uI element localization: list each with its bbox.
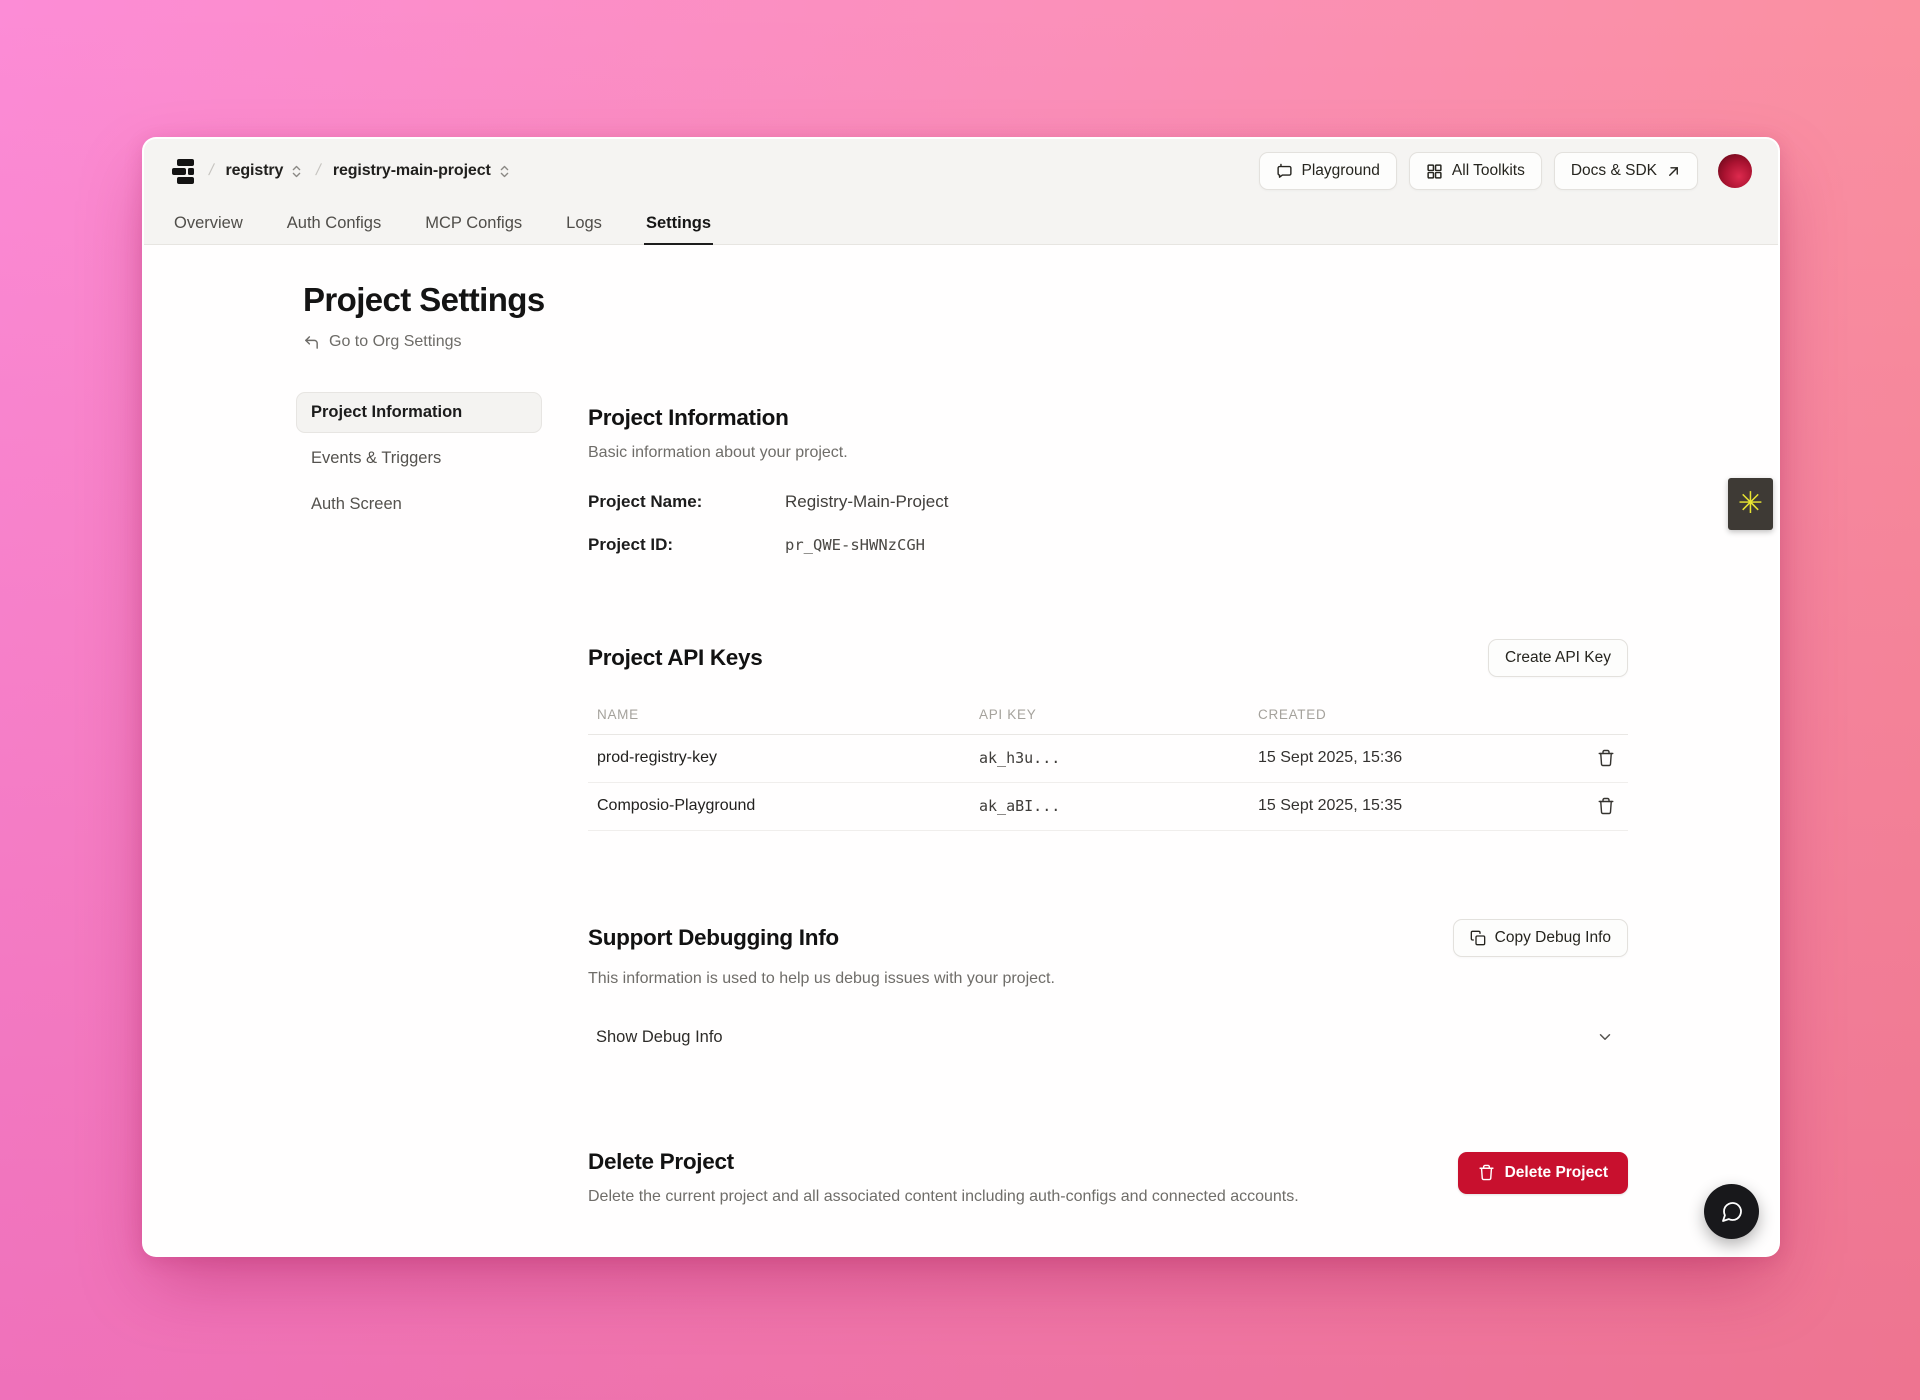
delete-api-key-button[interactable] [1593, 745, 1619, 771]
subnav-item-project-information[interactable]: Project Information [296, 392, 542, 433]
docs-sdk-button-label: Docs & SDK [1571, 162, 1657, 180]
tab-bar: Overview Auth Configs MCP Configs Logs S… [144, 203, 1778, 245]
api-keys-title: Project API Keys [588, 645, 762, 671]
corner-up-left-icon [303, 334, 320, 351]
go-to-org-settings-label: Go to Org Settings [329, 333, 462, 351]
column-header-api-key: API KEY [970, 695, 1249, 735]
chevrons-up-down-icon [289, 164, 304, 179]
arrow-up-right-icon [1666, 164, 1681, 179]
copy-debug-info-label: Copy Debug Info [1495, 929, 1611, 947]
breadcrumb-project-label: registry-main-project [333, 162, 491, 180]
composio-logo-icon[interactable] [170, 157, 197, 185]
trash-icon [1597, 797, 1615, 815]
project-name-value: Registry-Main-Project [785, 492, 948, 512]
chevrons-up-down-icon [497, 164, 512, 179]
tab-auth-configs[interactable]: Auth Configs [285, 203, 383, 245]
app-window: / registry / registry-main-project Pla [142, 137, 1780, 1257]
delete-project-section: Delete Project Delete the current projec… [588, 1149, 1628, 1206]
table-row: prod-registry-key ak_h3u... 15 Sept 2025… [588, 734, 1628, 782]
playground-button[interactable]: Playground [1259, 152, 1397, 190]
project-id-label: Project ID: [588, 535, 785, 555]
breadcrumb-org-selector[interactable]: registry [225, 162, 304, 180]
api-key-name: prod-registry-key [588, 734, 970, 782]
copy-icon [1470, 930, 1486, 946]
tab-logs[interactable]: Logs [564, 203, 604, 245]
table-header-row: NAME API KEY CREATED [588, 695, 1628, 735]
settings-main: Project Information Basic information ab… [588, 392, 1628, 1206]
project-id-row: Project ID: pr_QWE-sHWNzCGH [588, 535, 1628, 555]
trash-icon [1597, 749, 1615, 767]
debug-info-description: This information is used to help us debu… [588, 970, 1628, 988]
debug-info-title: Support Debugging Info [588, 925, 839, 951]
tab-mcp-configs[interactable]: MCP Configs [423, 203, 524, 245]
project-information-description: Basic information about your project. [588, 444, 1628, 462]
settings-subnav: Project Information Events & Triggers Au… [296, 392, 542, 1206]
breadcrumb-separator: / [314, 162, 322, 180]
tab-overview[interactable]: Overview [172, 203, 245, 245]
project-name-label: Project Name: [588, 492, 785, 512]
feedback-widget-button[interactable]: ✳ [1728, 478, 1773, 530]
asterisk-icon: ✳ [1738, 489, 1763, 519]
all-toolkits-button[interactable]: All Toolkits [1409, 152, 1542, 190]
copy-debug-info-button[interactable]: Copy Debug Info [1453, 919, 1628, 957]
go-to-org-settings-link[interactable]: Go to Org Settings [303, 333, 462, 351]
project-information-title: Project Information [588, 405, 1628, 431]
api-key-value: ak_h3u... [970, 734, 1249, 782]
delete-project-button[interactable]: Delete Project [1458, 1152, 1628, 1194]
page-title: Project Settings [303, 281, 1778, 319]
debug-info-section: Support Debugging Info Copy Debug Info T… [588, 919, 1628, 1057]
all-toolkits-button-label: All Toolkits [1452, 162, 1525, 180]
settings-page: Project Settings Go to Org Settings Proj… [144, 245, 1778, 1257]
breadcrumb-separator: / [207, 162, 215, 180]
chat-support-button[interactable] [1704, 1184, 1759, 1239]
column-header-name: NAME [588, 695, 970, 735]
subnav-item-events-triggers[interactable]: Events & Triggers [296, 438, 542, 479]
project-name-row: Project Name: Registry-Main-Project [588, 492, 1628, 512]
breadcrumb-org-label: registry [225, 162, 283, 180]
api-key-created: 15 Sept 2025, 15:35 [1249, 782, 1568, 830]
delete-api-key-button[interactable] [1593, 793, 1619, 819]
column-header-created: CREATED [1249, 695, 1568, 735]
subnav-item-auth-screen[interactable]: Auth Screen [296, 484, 542, 525]
breadcrumb: / registry / registry-main-project [170, 157, 1259, 185]
create-api-key-button[interactable]: Create API Key [1488, 639, 1628, 677]
project-id-value: pr_QWE-sHWNzCGH [785, 536, 925, 554]
delete-project-button-label: Delete Project [1505, 1164, 1608, 1182]
top-actions: Playground All Toolkits Docs & SDK [1259, 152, 1753, 190]
api-key-created: 15 Sept 2025, 15:36 [1249, 734, 1568, 782]
delete-project-title: Delete Project [588, 1149, 1299, 1175]
trash-icon [1478, 1164, 1495, 1181]
top-bar: / registry / registry-main-project Pla [144, 139, 1778, 203]
tab-settings[interactable]: Settings [644, 203, 713, 245]
grid-icon [1426, 163, 1443, 180]
message-bubble-icon [1720, 1200, 1744, 1224]
show-debug-info-toggle[interactable]: Show Debug Info [588, 1018, 1628, 1057]
api-keys-table: NAME API KEY CREATED prod-registry-key a… [588, 695, 1628, 831]
show-debug-info-label: Show Debug Info [596, 1028, 723, 1047]
docs-sdk-button[interactable]: Docs & SDK [1554, 152, 1698, 190]
user-avatar[interactable] [1718, 154, 1752, 188]
api-key-name: Composio-Playground [588, 782, 970, 830]
api-keys-section: Project API Keys Create API Key NAME API… [588, 639, 1628, 831]
table-row: Composio-Playground ak_aBI... 15 Sept 20… [588, 782, 1628, 830]
playground-button-label: Playground [1302, 162, 1380, 180]
chevron-down-icon [1596, 1028, 1614, 1046]
breadcrumb-project-selector[interactable]: registry-main-project [333, 162, 512, 180]
project-information-section: Project Information Basic information ab… [588, 405, 1628, 555]
delete-project-description: Delete the current project and all assoc… [588, 1188, 1299, 1206]
chat-robot-icon [1276, 163, 1293, 180]
api-key-value: ak_aBI... [970, 782, 1249, 830]
column-header-actions [1568, 695, 1628, 735]
